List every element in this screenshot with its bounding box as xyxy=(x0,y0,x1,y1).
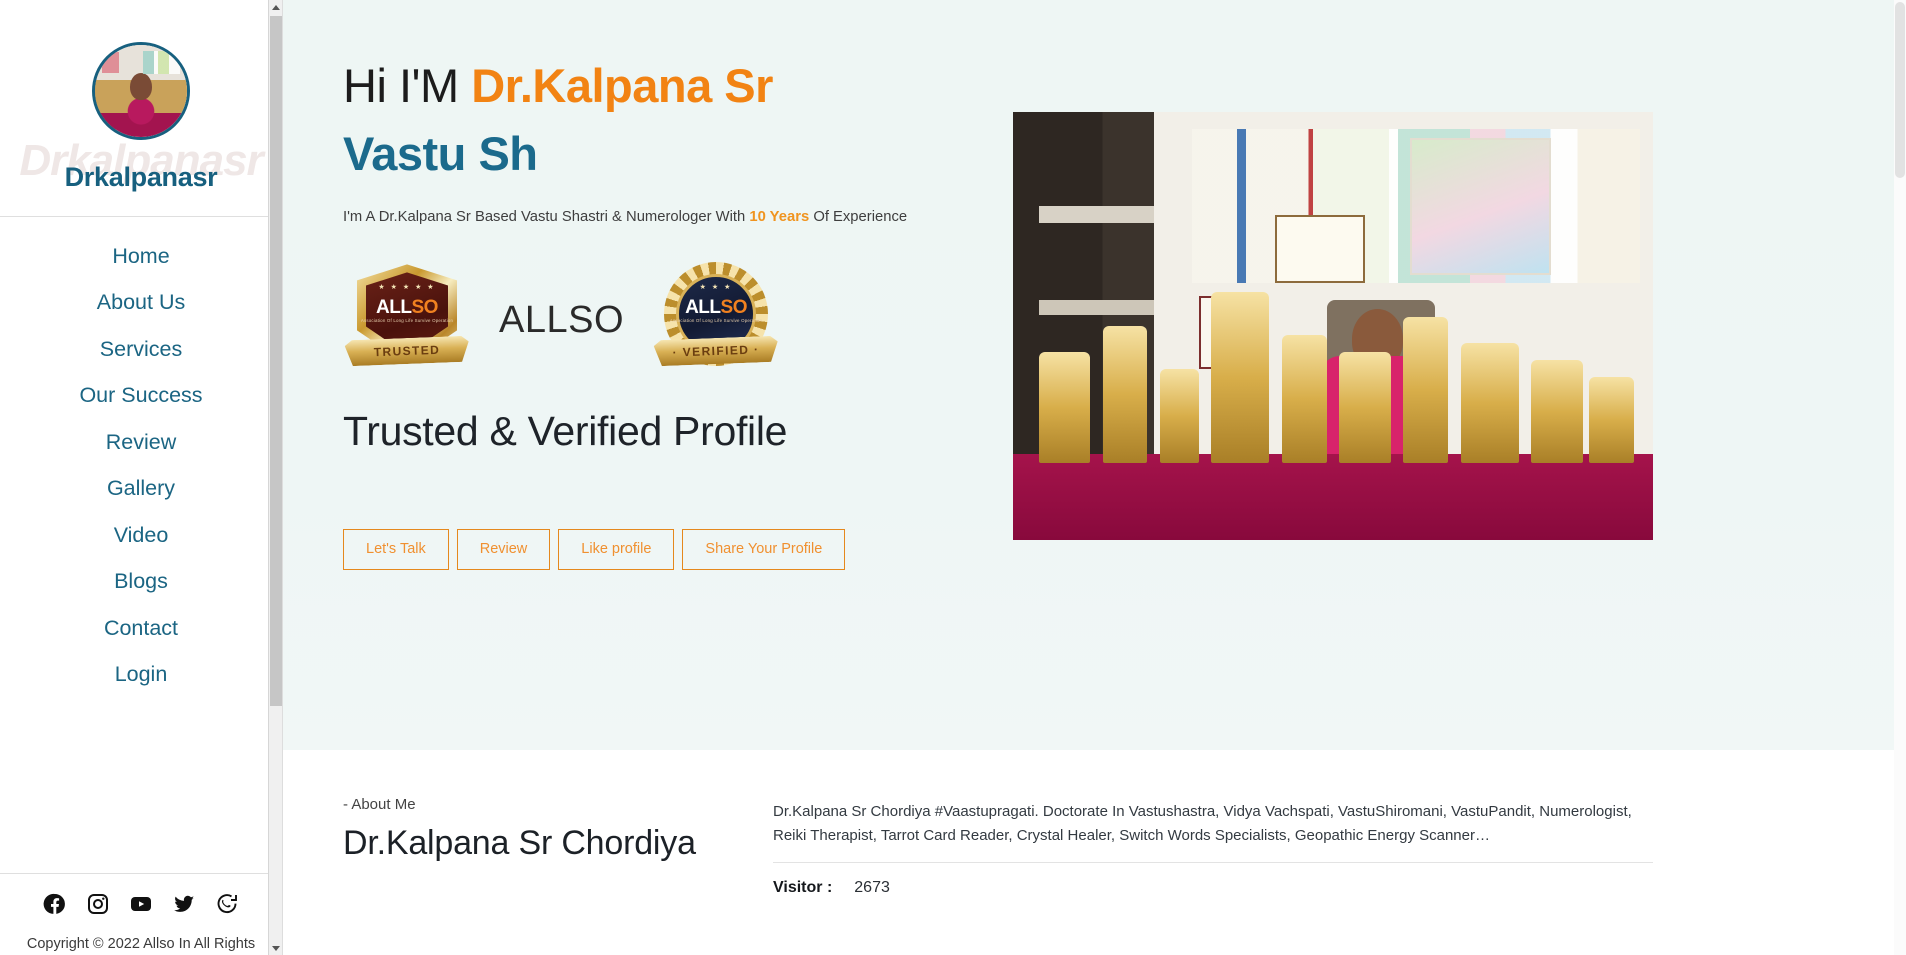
verified-brand-so: SO xyxy=(720,297,748,319)
page-root: Drkalpanasr Drkalpanasr Home About Us Se… xyxy=(0,0,1906,955)
scroll-up-arrow-icon[interactable] xyxy=(269,0,282,14)
hero-text-column: Hi I'M Dr.Kalpana Sr Vastu Sh I'm A Dr.K… xyxy=(343,58,983,570)
about-kicker: - About Me xyxy=(343,796,416,813)
trusted-badge-brand: ALLSO xyxy=(343,298,471,317)
hero-heading-line-1: Hi I'M Dr.Kalpana Sr xyxy=(343,58,983,113)
sidebar-item-blogs[interactable]: Blogs xyxy=(0,559,282,606)
trusted-badge-tagline: Association Of Long Life Survive Operati… xyxy=(360,318,454,324)
main-scroll-thumb[interactable] xyxy=(1895,2,1905,178)
sidebar-header: Drkalpanasr Drkalpanasr xyxy=(0,0,282,217)
trusted-brand-all: ALL xyxy=(376,297,412,319)
about-description: Dr.Kalpana Sr Chordiya #Vaastupragati. D… xyxy=(773,803,1632,844)
hero-section: Hi I'M Dr.Kalpana Sr Vastu Sh I'm A Dr.K… xyxy=(283,0,1906,750)
photo-wall-poster xyxy=(1409,137,1551,275)
like-profile-button[interactable]: Like profile xyxy=(558,529,675,570)
avatar[interactable] xyxy=(92,42,190,140)
social-links xyxy=(0,891,282,931)
sidebar: Drkalpanasr Drkalpanasr Home About Us Se… xyxy=(0,0,283,955)
youtube-icon[interactable] xyxy=(128,891,154,917)
sidebar-item-home[interactable]: Home xyxy=(0,233,282,280)
photo-trophy xyxy=(1531,360,1583,463)
allso-wordmark: ALLSO xyxy=(499,298,625,341)
certification-badges: ★ ★ ★ ★ ★ ALLSO Association Of Long Life… xyxy=(343,260,983,380)
avatar-photo xyxy=(95,45,187,137)
about-left-column: - About Me Dr.Kalpana Sr Chordiya xyxy=(343,796,723,897)
hero-subtitle-years: 10 Years xyxy=(749,209,810,226)
trusted-ribbon-label: TRUSTED xyxy=(373,343,441,360)
facebook-icon[interactable] xyxy=(42,891,68,917)
photo-shelf-upper xyxy=(1038,206,1154,224)
twitter-icon[interactable] xyxy=(171,891,197,917)
scroll-down-arrow-icon[interactable] xyxy=(269,941,282,955)
sidebar-item-gallery[interactable]: Gallery xyxy=(0,466,282,513)
verified-ribbon-label: · VERIFIED · xyxy=(672,342,760,361)
main-content: Hi I'M Dr.Kalpana Sr Vastu Sh I'm A Dr.K… xyxy=(283,0,1906,955)
sidebar-scroll-thumb[interactable] xyxy=(270,16,282,706)
visitor-row: Visitor : 2673 xyxy=(773,879,1850,897)
sidebar-item-review[interactable]: Review xyxy=(0,419,282,466)
about-right-column: Dr.Kalpana Sr Chordiya #Vaastupragati. D… xyxy=(773,796,1850,897)
brand-stack: Drkalpanasr Drkalpanasr xyxy=(0,136,282,204)
sidebar-item-about-us[interactable]: About Us xyxy=(0,280,282,327)
sidebar-item-video[interactable]: Video xyxy=(0,512,282,559)
hero-subtitle-after: Of Experience xyxy=(813,209,908,226)
verified-badge-tagline: Association Of Long Life Survive Operati… xyxy=(669,318,763,324)
photo-trophy xyxy=(1038,351,1090,463)
hero-action-buttons: Let's Talk Review Like profile Share You… xyxy=(343,529,983,570)
allso-trusted-badge-icon: ★ ★ ★ ★ ★ ALLSO Association Of Long Life… xyxy=(343,260,471,380)
visitor-label: Visitor : xyxy=(773,879,833,896)
hero-inner: Hi I'M Dr.Kalpana Sr Vastu Sh I'm A Dr.K… xyxy=(283,0,1906,570)
photo-trophy xyxy=(1281,334,1327,463)
photo-certificate xyxy=(1275,214,1365,284)
photo-shelf-lower xyxy=(1038,300,1154,316)
sidebar-nav: Home About Us Services Our Success Revie… xyxy=(0,217,282,698)
verified-badge-stars: ★ ★ ★ xyxy=(699,284,733,292)
verified-badge-brand: ALLSO xyxy=(652,298,780,317)
photo-trophy xyxy=(1339,351,1391,463)
hero-name-accent: Dr.Kalpana Sr xyxy=(471,59,773,112)
trusted-brand-so: SO xyxy=(411,297,438,319)
hero-greeting: Hi I'M xyxy=(343,59,459,112)
visitor-count: 2673 xyxy=(854,879,890,896)
allso-verified-badge-icon: ★ ★ ★ ALLSO Association Of Long Life Sur… xyxy=(652,260,780,380)
hero-subtitle: I'm A Dr.Kalpana Sr Based Vastu Shastri … xyxy=(343,206,983,228)
photo-trophy xyxy=(1461,343,1519,463)
photo-trophy xyxy=(1589,377,1634,463)
brand-title: Drkalpanasr xyxy=(64,162,218,192)
hero-heading-line-2: Vastu Sh xyxy=(343,127,538,181)
hero-photo-column xyxy=(1013,58,1653,570)
whatsapp-icon[interactable] xyxy=(214,891,240,917)
sidebar-item-services[interactable]: Services xyxy=(0,326,282,373)
sidebar-item-contact[interactable]: Contact xyxy=(0,605,282,652)
hero-subtitle-before: I'm A Dr.Kalpana Sr Based Vastu Shastri … xyxy=(343,209,746,226)
main-scrollbar[interactable] xyxy=(1894,0,1906,955)
lets-talk-button[interactable]: Let's Talk xyxy=(343,529,449,570)
copyright-text: Copyright © 2022 Allso In All Rights xyxy=(26,936,256,953)
about-section: - About Me Dr.Kalpana Sr Chordiya Dr.Kal… xyxy=(283,750,1906,897)
instagram-icon[interactable] xyxy=(85,891,111,917)
sidebar-item-login[interactable]: Login xyxy=(0,652,282,699)
trusted-badge-stars: ★ ★ ★ ★ ★ xyxy=(378,284,436,292)
about-name: Dr.Kalpana Sr Chordiya xyxy=(343,824,696,862)
review-button[interactable]: Review xyxy=(456,529,551,570)
sidebar-item-our-success[interactable]: Our Success xyxy=(0,373,282,420)
about-divider xyxy=(773,862,1653,863)
verified-ribbon: · VERIFIED · xyxy=(654,336,779,367)
sidebar-footer: Copyright © 2022 Allso In All Rights xyxy=(0,873,282,955)
sidebar-scrollbar[interactable] xyxy=(268,0,282,955)
avatar-photo-frames xyxy=(142,50,180,75)
trusted-verified-heading: Trusted & Verified Profile xyxy=(343,408,788,455)
photo-trophy xyxy=(1403,317,1449,463)
hero-photo xyxy=(1013,112,1653,540)
share-your-profile-button[interactable]: Share Your Profile xyxy=(682,529,846,570)
photo-table xyxy=(1013,454,1653,540)
trusted-ribbon: TRUSTED xyxy=(345,336,470,367)
photo-trophy xyxy=(1160,368,1199,463)
photo-trophy xyxy=(1102,326,1148,463)
verified-brand-all: ALL xyxy=(685,297,721,319)
photo-trophy xyxy=(1211,291,1269,463)
